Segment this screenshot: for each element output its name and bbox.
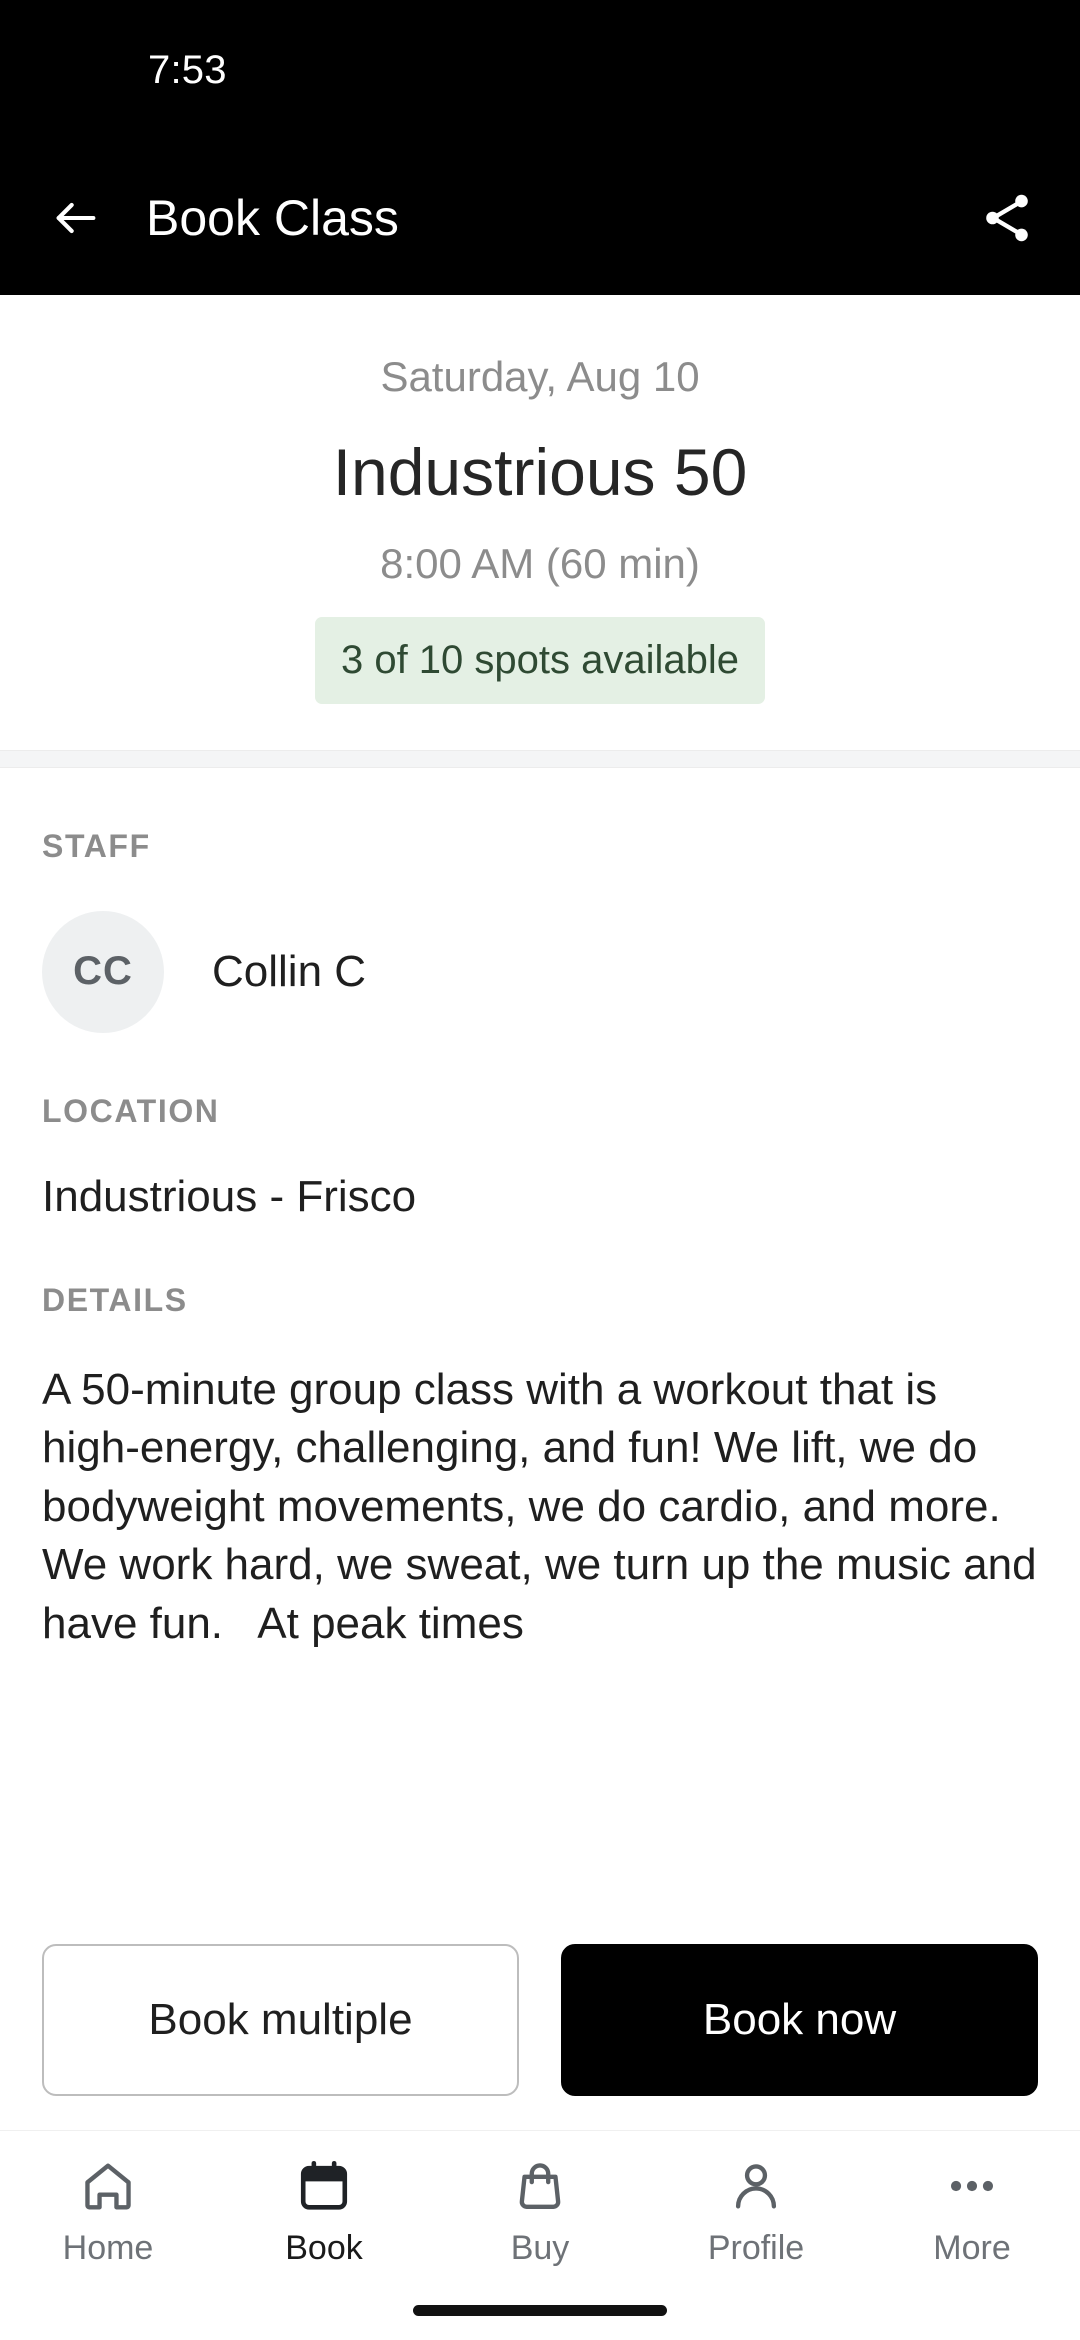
staff-row[interactable]: CC Collin C bbox=[42, 910, 1038, 1033]
book-multiple-button[interactable]: Book multiple bbox=[42, 1944, 519, 2096]
nav-item-buy[interactable]: Buy bbox=[432, 2157, 648, 2268]
section-divider bbox=[0, 749, 1080, 768]
class-time: 8:00 AM (60 min) bbox=[380, 540, 700, 588]
action-bar: Book multiple Book now bbox=[0, 1918, 1080, 2130]
staff-name: Collin C bbox=[212, 946, 367, 996]
nav-label-book: Book bbox=[285, 2229, 363, 2267]
calendar-icon bbox=[295, 2157, 353, 2215]
nav-label-more: More bbox=[933, 2229, 1011, 2267]
spots-available-badge: 3 of 10 spots available bbox=[314, 616, 766, 704]
spots-badge-wrap: 3 of 10 spots available bbox=[40, 616, 1040, 704]
class-name: Industrious 50 bbox=[332, 434, 748, 509]
arrow-left-icon[interactable] bbox=[50, 192, 102, 244]
avatar: CC bbox=[42, 910, 164, 1033]
more-dots-icon bbox=[943, 2157, 1001, 2215]
class-date: Saturday, Aug 10 bbox=[380, 353, 700, 400]
nav-item-profile[interactable]: Profile bbox=[648, 2157, 864, 2268]
book-now-button[interactable]: Book now bbox=[561, 1944, 1038, 2096]
home-icon bbox=[79, 2157, 137, 2215]
nav-item-book[interactable]: Book bbox=[216, 2157, 432, 2268]
class-detail-scroll[interactable]: Saturday, Aug 10 Industrious 50 8:00 AM … bbox=[0, 295, 1080, 2130]
nav-label-profile: Profile bbox=[707, 2229, 805, 2267]
class-header: Saturday, Aug 10 Industrious 50 8:00 AM … bbox=[0, 295, 1080, 750]
page-title: Book Class bbox=[146, 189, 399, 246]
share-icon[interactable] bbox=[978, 189, 1036, 247]
status-bar: 7:53 bbox=[0, 0, 1080, 140]
detail-sections: STAFF CC Collin C LOCATION Industrious -… bbox=[0, 828, 1080, 1654]
app-bar: Book Class bbox=[0, 140, 1080, 295]
shopping-bag-icon bbox=[511, 2157, 569, 2215]
nav-item-home[interactable]: Home bbox=[0, 2157, 216, 2268]
nav-item-more[interactable]: More bbox=[864, 2157, 1080, 2268]
details-section-label: DETAILS bbox=[42, 1281, 188, 1318]
location-value: Industrious - Frisco bbox=[42, 1171, 417, 1221]
person-icon bbox=[727, 2157, 785, 2215]
nav-label-buy: Buy bbox=[510, 2229, 570, 2267]
home-indicator bbox=[413, 2305, 667, 2316]
staff-section-label: STAFF bbox=[42, 827, 151, 864]
status-bar-time: 7:53 bbox=[148, 47, 227, 92]
app-screen: 7:53 Book Class Saturday, Aug 10 Industr… bbox=[0, 0, 1080, 2340]
details-body: A 50-minute group class with a workout t… bbox=[42, 1364, 1037, 1648]
nav-label-home: Home bbox=[62, 2229, 154, 2267]
location-section-label: LOCATION bbox=[42, 1092, 220, 1129]
